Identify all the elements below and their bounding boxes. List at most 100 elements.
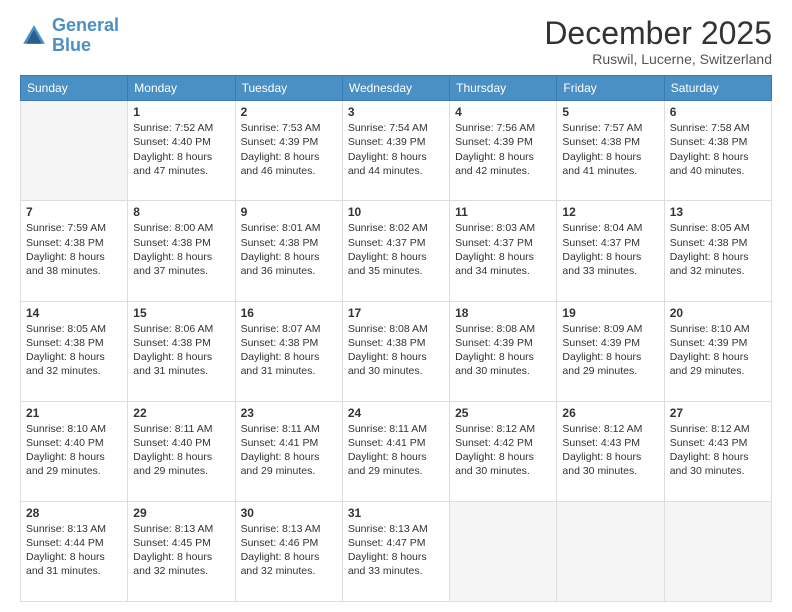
- day-info: Sunrise: 7:57 AMSunset: 4:38 PMDaylight:…: [562, 121, 658, 178]
- day-number: 11: [455, 205, 551, 219]
- day-info: Sunrise: 7:58 AMSunset: 4:38 PMDaylight:…: [670, 121, 766, 178]
- day-cell: 15Sunrise: 8:06 AMSunset: 4:38 PMDayligh…: [128, 301, 235, 401]
- day-info: Sunrise: 7:54 AMSunset: 4:39 PMDaylight:…: [348, 121, 444, 178]
- daylight-line2: and 29 minutes.: [348, 464, 444, 478]
- week-row-1: 1Sunrise: 7:52 AMSunset: 4:40 PMDaylight…: [21, 101, 772, 201]
- day-number: 13: [670, 205, 766, 219]
- daylight-line1: Daylight: 8 hours: [670, 150, 766, 164]
- daylight-line2: and 38 minutes.: [26, 264, 122, 278]
- sunrise-text: Sunrise: 8:09 AM: [562, 322, 658, 336]
- daylight-line2: and 47 minutes.: [133, 164, 229, 178]
- sunset-text: Sunset: 4:38 PM: [26, 236, 122, 250]
- daylight-line1: Daylight: 8 hours: [26, 350, 122, 364]
- sunset-text: Sunset: 4:37 PM: [348, 236, 444, 250]
- sunrise-text: Sunrise: 8:13 AM: [348, 522, 444, 536]
- day-cell: 13Sunrise: 8:05 AMSunset: 4:38 PMDayligh…: [664, 201, 771, 301]
- daylight-line2: and 34 minutes.: [455, 264, 551, 278]
- day-cell: 1Sunrise: 7:52 AMSunset: 4:40 PMDaylight…: [128, 101, 235, 201]
- day-cell: 14Sunrise: 8:05 AMSunset: 4:38 PMDayligh…: [21, 301, 128, 401]
- calendar-table: SundayMondayTuesdayWednesdayThursdayFrid…: [20, 75, 772, 602]
- day-number: 6: [670, 105, 766, 119]
- sunrise-text: Sunrise: 8:08 AM: [348, 322, 444, 336]
- daylight-line1: Daylight: 8 hours: [133, 350, 229, 364]
- sunrise-text: Sunrise: 8:05 AM: [26, 322, 122, 336]
- daylight-line1: Daylight: 8 hours: [133, 150, 229, 164]
- day-number: 5: [562, 105, 658, 119]
- daylight-line2: and 30 minutes.: [670, 464, 766, 478]
- sunset-text: Sunset: 4:38 PM: [562, 135, 658, 149]
- daylight-line2: and 32 minutes.: [241, 564, 337, 578]
- daylight-line1: Daylight: 8 hours: [670, 250, 766, 264]
- sunrise-text: Sunrise: 8:11 AM: [348, 422, 444, 436]
- sunset-text: Sunset: 4:43 PM: [670, 436, 766, 450]
- logo-text: General Blue: [52, 16, 119, 56]
- day-info: Sunrise: 8:13 AMSunset: 4:45 PMDaylight:…: [133, 522, 229, 579]
- sunrise-text: Sunrise: 7:52 AM: [133, 121, 229, 135]
- daylight-line2: and 32 minutes.: [670, 264, 766, 278]
- daylight-line1: Daylight: 8 hours: [241, 550, 337, 564]
- daylight-line1: Daylight: 8 hours: [133, 450, 229, 464]
- day-cell: 16Sunrise: 8:07 AMSunset: 4:38 PMDayligh…: [235, 301, 342, 401]
- sunset-text: Sunset: 4:39 PM: [455, 336, 551, 350]
- daylight-line2: and 30 minutes.: [455, 364, 551, 378]
- day-cell: 17Sunrise: 8:08 AMSunset: 4:38 PMDayligh…: [342, 301, 449, 401]
- sunrise-text: Sunrise: 8:07 AM: [241, 322, 337, 336]
- daylight-line1: Daylight: 8 hours: [26, 450, 122, 464]
- sunset-text: Sunset: 4:38 PM: [133, 236, 229, 250]
- day-number: 12: [562, 205, 658, 219]
- day-cell: 25Sunrise: 8:12 AMSunset: 4:42 PMDayligh…: [450, 401, 557, 501]
- day-cell: 11Sunrise: 8:03 AMSunset: 4:37 PMDayligh…: [450, 201, 557, 301]
- sunset-text: Sunset: 4:39 PM: [562, 336, 658, 350]
- day-number: 31: [348, 506, 444, 520]
- sunset-text: Sunset: 4:42 PM: [455, 436, 551, 450]
- week-row-4: 21Sunrise: 8:10 AMSunset: 4:40 PMDayligh…: [21, 401, 772, 501]
- sunset-text: Sunset: 4:40 PM: [133, 436, 229, 450]
- daylight-line2: and 29 minutes.: [562, 364, 658, 378]
- main-title: December 2025: [544, 16, 772, 51]
- day-cell: [21, 101, 128, 201]
- day-cell: 27Sunrise: 8:12 AMSunset: 4:43 PMDayligh…: [664, 401, 771, 501]
- daylight-line1: Daylight: 8 hours: [455, 150, 551, 164]
- daylight-line2: and 31 minutes.: [26, 564, 122, 578]
- page: General Blue December 2025 Ruswil, Lucer…: [0, 0, 792, 612]
- sunset-text: Sunset: 4:39 PM: [455, 135, 551, 149]
- sunrise-text: Sunrise: 8:05 AM: [670, 221, 766, 235]
- daylight-line2: and 44 minutes.: [348, 164, 444, 178]
- sunrise-text: Sunrise: 8:13 AM: [26, 522, 122, 536]
- day-info: Sunrise: 8:11 AMSunset: 4:41 PMDaylight:…: [241, 422, 337, 479]
- day-info: Sunrise: 8:10 AMSunset: 4:39 PMDaylight:…: [670, 322, 766, 379]
- sunset-text: Sunset: 4:44 PM: [26, 536, 122, 550]
- sunrise-text: Sunrise: 8:12 AM: [562, 422, 658, 436]
- day-cell: 2Sunrise: 7:53 AMSunset: 4:39 PMDaylight…: [235, 101, 342, 201]
- sunset-text: Sunset: 4:38 PM: [241, 336, 337, 350]
- sunset-text: Sunset: 4:38 PM: [670, 135, 766, 149]
- daylight-line1: Daylight: 8 hours: [133, 250, 229, 264]
- day-cell: 7Sunrise: 7:59 AMSunset: 4:38 PMDaylight…: [21, 201, 128, 301]
- calendar-header-row: SundayMondayTuesdayWednesdayThursdayFrid…: [21, 76, 772, 101]
- day-info: Sunrise: 8:08 AMSunset: 4:39 PMDaylight:…: [455, 322, 551, 379]
- sunset-text: Sunset: 4:45 PM: [133, 536, 229, 550]
- daylight-line2: and 42 minutes.: [455, 164, 551, 178]
- day-number: 4: [455, 105, 551, 119]
- week-row-5: 28Sunrise: 8:13 AMSunset: 4:44 PMDayligh…: [21, 501, 772, 601]
- header: General Blue December 2025 Ruswil, Lucer…: [20, 16, 772, 67]
- daylight-line1: Daylight: 8 hours: [241, 450, 337, 464]
- day-cell: 10Sunrise: 8:02 AMSunset: 4:37 PMDayligh…: [342, 201, 449, 301]
- day-info: Sunrise: 8:04 AMSunset: 4:37 PMDaylight:…: [562, 221, 658, 278]
- daylight-line2: and 36 minutes.: [241, 264, 337, 278]
- daylight-line1: Daylight: 8 hours: [348, 450, 444, 464]
- sunrise-text: Sunrise: 8:04 AM: [562, 221, 658, 235]
- day-cell: [664, 501, 771, 601]
- day-cell: 22Sunrise: 8:11 AMSunset: 4:40 PMDayligh…: [128, 401, 235, 501]
- day-number: 19: [562, 306, 658, 320]
- sunrise-text: Sunrise: 7:59 AM: [26, 221, 122, 235]
- sunrise-text: Sunrise: 7:53 AM: [241, 121, 337, 135]
- column-header-thursday: Thursday: [450, 76, 557, 101]
- day-info: Sunrise: 8:01 AMSunset: 4:38 PMDaylight:…: [241, 221, 337, 278]
- sunset-text: Sunset: 4:38 PM: [133, 336, 229, 350]
- daylight-line1: Daylight: 8 hours: [455, 450, 551, 464]
- sunrise-text: Sunrise: 8:12 AM: [455, 422, 551, 436]
- daylight-line1: Daylight: 8 hours: [348, 150, 444, 164]
- day-number: 14: [26, 306, 122, 320]
- day-cell: 24Sunrise: 8:11 AMSunset: 4:41 PMDayligh…: [342, 401, 449, 501]
